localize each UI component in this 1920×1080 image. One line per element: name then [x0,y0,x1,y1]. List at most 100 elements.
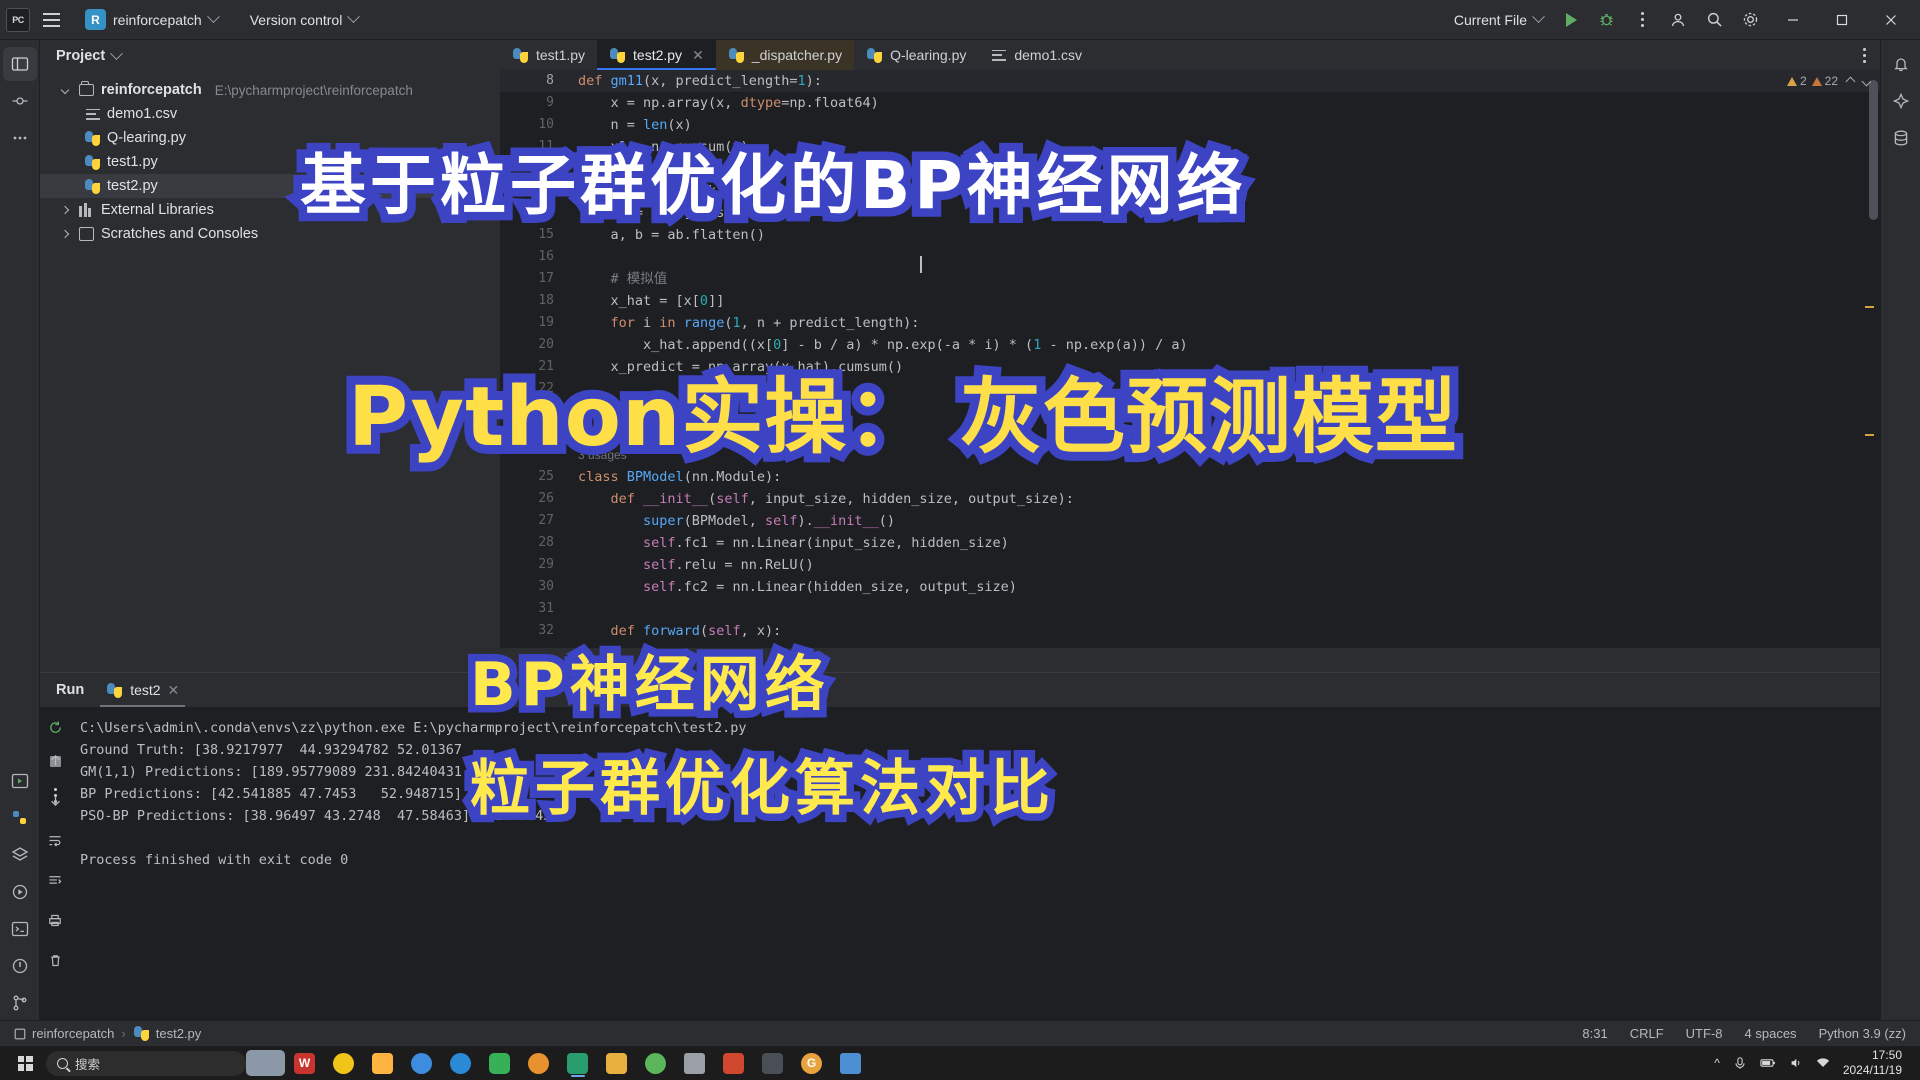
python-packages-button[interactable] [3,801,37,835]
taskbar-app-notes[interactable] [753,1048,792,1078]
version-control-menu[interactable]: Version control [242,6,367,34]
code-line[interactable]: 15 a, b = ab.flatten() [500,224,1880,246]
chevron-collapsed-icon[interactable] [58,205,72,215]
project-panel-header[interactable]: Project [40,40,500,72]
tray-volume-icon[interactable] [1789,1056,1803,1070]
editor-tab-demo1-csv[interactable]: demo1.csv [978,40,1094,70]
soft-wrap-button[interactable] [45,830,65,850]
taskbar-app-g[interactable]: G [792,1048,831,1078]
code-line[interactable]: 30 self.fc2 = nn.Linear(hidden_size, out… [500,576,1880,598]
more-tool-windows-button[interactable] [3,121,37,155]
run-tool-button[interactable] [3,764,37,798]
clear-all-button[interactable] [45,950,65,970]
run-button[interactable] [1553,5,1587,35]
code-line[interactable]: 29 self.relu = nn.ReLU() [500,554,1880,576]
debug-button[interactable] [1589,5,1623,35]
code-line[interactable]: 23 [500,400,1880,422]
line-separator[interactable]: CRLF [1630,1026,1664,1041]
code-line[interactable]: 27 super(BPModel, self).__init__() [500,510,1880,532]
warning-count-badge[interactable]: 2 [1786,74,1807,88]
tree-item-demo1-csv[interactable]: demo1.csv [40,102,500,126]
editor-scrollbar[interactable] [1869,80,1878,220]
scroll-down-button[interactable] [45,790,65,810]
commit-tool-button[interactable] [3,84,37,118]
tree-node-root[interactable]: reinforcepatch E:\pycharmproject\reinfor… [40,78,500,102]
code-line[interactable]: 13 B = np.vstack([-z1, np.ones_like(z1)]… [500,180,1880,202]
tree-item-test1-py[interactable]: test1.py [40,150,500,174]
file-encoding[interactable]: UTF-8 [1686,1026,1723,1041]
usage-hint[interactable]: 3 usages [578,444,627,466]
code-line[interactable]: 18 x_hat = [x[0]] [500,290,1880,312]
tree-item-test2-py[interactable]: test2.py [40,174,500,198]
services-button[interactable] [3,875,37,909]
editor-tab-test1-py[interactable]: test1.py [500,40,597,70]
code-editor[interactable]: 2 22 8 def gm11(x, predict_length=1): 9 x … [500,70,1880,648]
taskbar-clock[interactable]: 17:50 2024/11/19 [1843,1048,1902,1078]
tree-item-q-learing-py[interactable]: Q-learing.py [40,126,500,150]
breadcrumb-file[interactable]: test2.py [133,1025,201,1042]
code-line[interactable]: 17 # 模拟值 [500,268,1880,290]
run-configuration-selector[interactable]: Current File [1446,6,1551,34]
interpreter-selector[interactable]: Python 3.9 (zz) [1819,1026,1906,1041]
project-selector[interactable]: R reinforcepatch [80,6,226,34]
code-line[interactable]: 32 def forward(self, x): [500,620,1880,642]
version-control-tool-button[interactable] [3,986,37,1020]
minimize-button[interactable] [1769,0,1816,40]
more-actions-button[interactable] [1625,5,1659,35]
editor-tab-q-learing-py[interactable]: Q-learing.py [854,40,978,70]
python-console-button[interactable] [3,838,37,872]
previous-problem-button[interactable] [1845,76,1856,86]
tray-battery-icon[interactable] [1760,1056,1776,1070]
tree-node-external-libraries[interactable]: External Libraries [40,198,500,222]
code-line[interactable]: 10 n = len(x) [500,114,1880,136]
code-line[interactable]: 11 x1 = np.cumsum(x) [500,136,1880,158]
code-line[interactable]: 12 z1 = (x1[:-1] + x1[1:]) / 2.0 [500,158,1880,180]
taskbar-app-pycharm[interactable] [558,1048,597,1078]
database-button[interactable] [1884,121,1918,155]
taskbar-app-wps[interactable]: W [285,1048,324,1078]
inspection-widget[interactable]: 2 22 [1786,70,1880,92]
taskbar-app-pen[interactable] [597,1048,636,1078]
console-output[interactable]: C:\Users\admin\.conda\envs\zz\python.exe… [70,707,1880,1020]
indent-setting[interactable]: 4 spaces [1745,1026,1797,1041]
code-line[interactable]: 22 [500,378,1880,400]
chevron-collapsed-icon[interactable] [58,229,72,239]
breadcrumb-project[interactable]: reinforcepatch [14,1026,114,1041]
project-tool-button[interactable] [2,47,37,81]
terminal-button[interactable] [3,912,37,946]
next-problem-button[interactable] [1861,76,1872,86]
code-line[interactable]: 14 Yn = x[1:].reshape(-1, 1) [500,202,1880,224]
editor-tab-dispatcher-py[interactable]: _dispatcher.py [715,40,855,70]
code-line[interactable]: 24 [500,422,1880,444]
code-line[interactable]: 31 [500,598,1880,620]
caret-position[interactable]: 8:31 [1582,1026,1607,1041]
code-line[interactable]: 8 def gm11(x, predict_length=1): [500,70,1880,92]
code-line[interactable]: 16 [500,246,1880,268]
code-line[interactable]: 28 self.fc1 = nn.Linear(input_size, hidd… [500,532,1880,554]
taskbar-app-cloud[interactable] [402,1048,441,1078]
settings-button[interactable] [1733,5,1767,35]
taskbar-app-leaf[interactable] [636,1048,675,1078]
code-line[interactable]: 25 class BPModel(nn.Module): [500,466,1880,488]
tray-network-icon[interactable] [1816,1056,1830,1070]
taskbar-app-photos[interactable] [831,1048,870,1078]
search-everywhere-button[interactable] [1697,5,1731,35]
close-button[interactable] [1867,0,1914,40]
code-line[interactable]: 19 for i in range(1, n + predict_length)… [500,312,1880,334]
ai-assistant-button[interactable] [1884,84,1918,118]
main-menu-button[interactable] [32,5,70,35]
taskbar-search-box[interactable]: 搜索 [46,1050,246,1076]
weak-warning-count-badge[interactable]: 22 [1811,74,1838,88]
taskbar-app-doc[interactable] [675,1048,714,1078]
taskbar-app-browser[interactable] [324,1048,363,1078]
close-icon[interactable]: ✕ [692,48,704,62]
close-icon[interactable]: ✕ [168,682,180,699]
print-button[interactable] [45,910,65,930]
rerun-button[interactable] [45,717,65,737]
taskbar-app-orange[interactable] [519,1048,558,1078]
scroll-up-button[interactable] [45,750,65,770]
code-line[interactable]: 20 x_hat.append((x[0] - b / a) * np.exp(… [500,334,1880,356]
maximize-button[interactable] [1818,0,1865,40]
tree-node-scratches-and-consoles[interactable]: Scratches and Consoles [40,222,500,246]
code-line[interactable]: 26 def __init__(self, input_size, hidden… [500,488,1880,510]
